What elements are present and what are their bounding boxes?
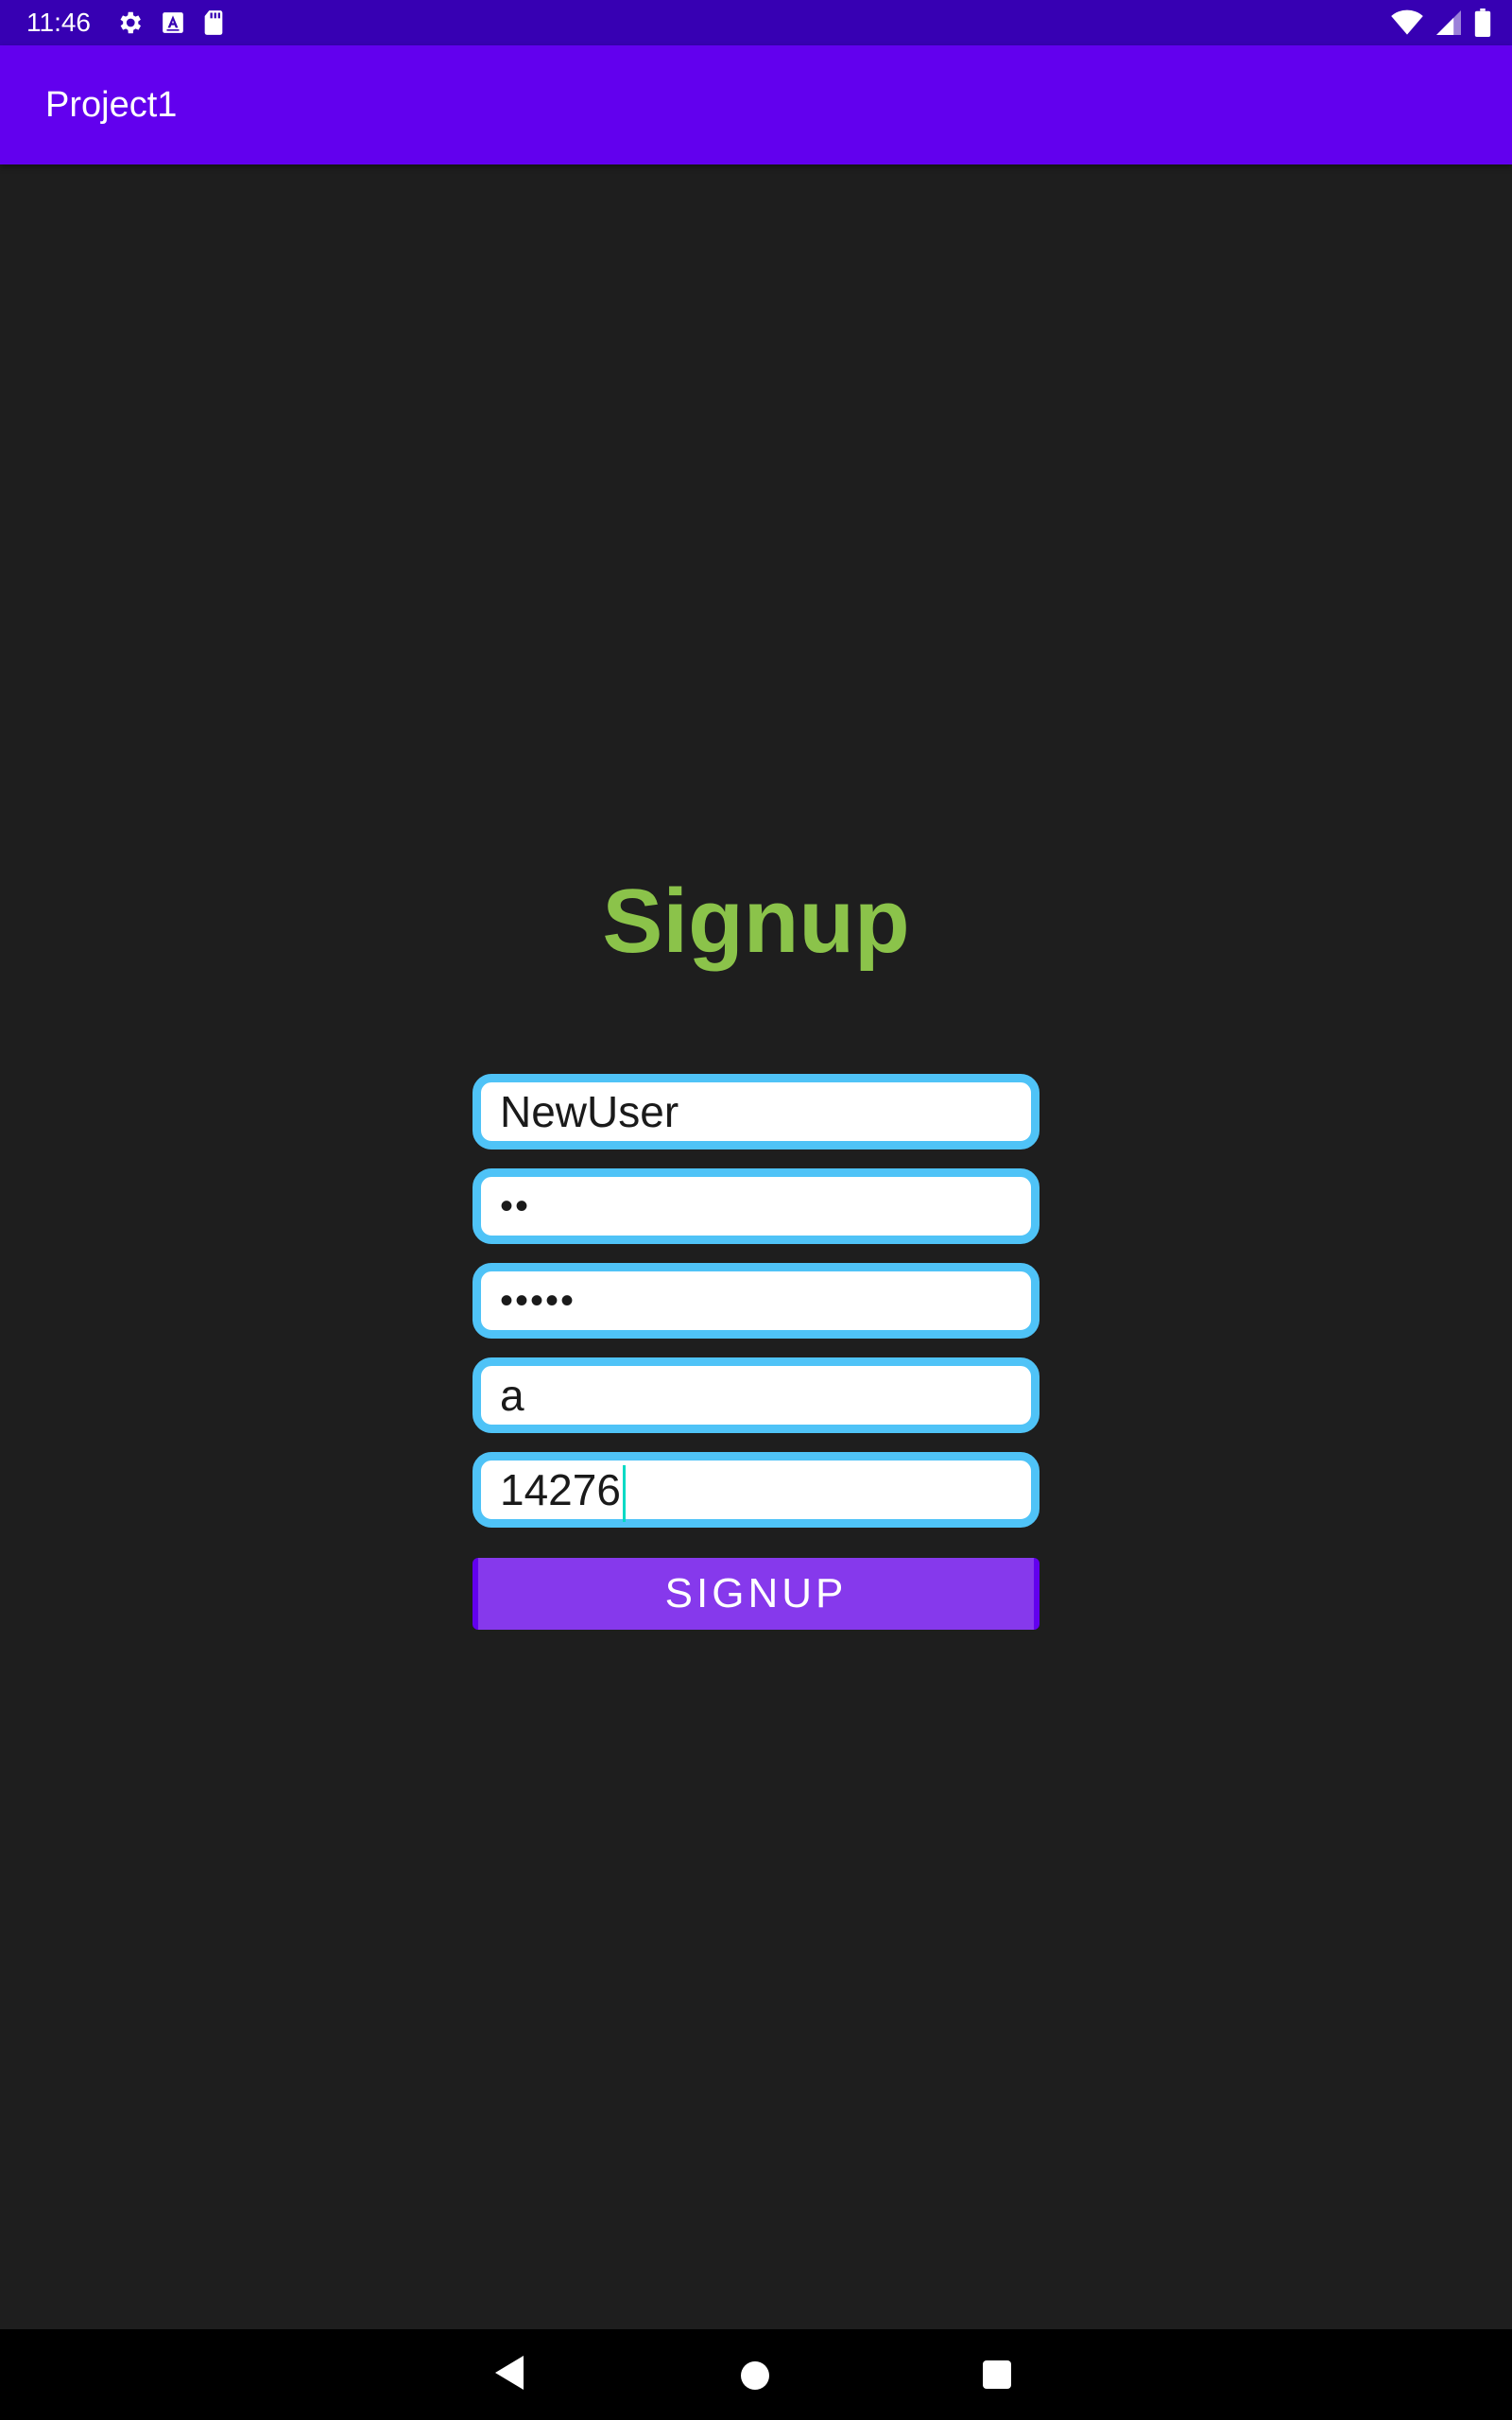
- signal-icon: [1436, 9, 1461, 41]
- battery-icon: [1474, 9, 1491, 42]
- status-icons-left: [115, 9, 225, 42]
- number-field-value: 14276: [500, 1461, 626, 1522]
- status-time: 11:46: [26, 8, 91, 37]
- recents-icon[interactable]: [983, 2360, 1011, 2389]
- status-bar: 11:46: [0, 0, 1512, 45]
- confirm-password-value: •••••: [500, 1280, 576, 1322]
- gear-icon: [115, 9, 144, 42]
- home-icon[interactable]: [741, 2361, 769, 2390]
- confirm-password-field[interactable]: •••••: [472, 1263, 1040, 1339]
- signup-heading: Signup: [602, 871, 910, 972]
- app-bar: Project1: [0, 45, 1512, 164]
- status-icons-right: [1391, 9, 1491, 42]
- username-field[interactable]: NewUser: [472, 1074, 1040, 1150]
- username-value: NewUser: [500, 1087, 679, 1136]
- a-square-icon: [161, 10, 185, 40]
- navigation-bar: [0, 2329, 1512, 2420]
- number-field[interactable]: 14276: [472, 1452, 1040, 1528]
- text-cursor: [622, 1464, 626, 1522]
- sd-card-icon: [202, 9, 225, 41]
- signup-button[interactable]: SIGNUP: [472, 1558, 1040, 1630]
- password-value: ••: [500, 1185, 531, 1227]
- text-field-value: a: [500, 1371, 524, 1420]
- app-title: Project1: [45, 85, 178, 125]
- password-field[interactable]: ••: [472, 1168, 1040, 1244]
- back-icon[interactable]: [495, 2356, 524, 2390]
- number-field-text: 14276: [500, 1465, 621, 1514]
- text-field[interactable]: a: [472, 1357, 1040, 1433]
- wifi-icon: [1391, 9, 1423, 41]
